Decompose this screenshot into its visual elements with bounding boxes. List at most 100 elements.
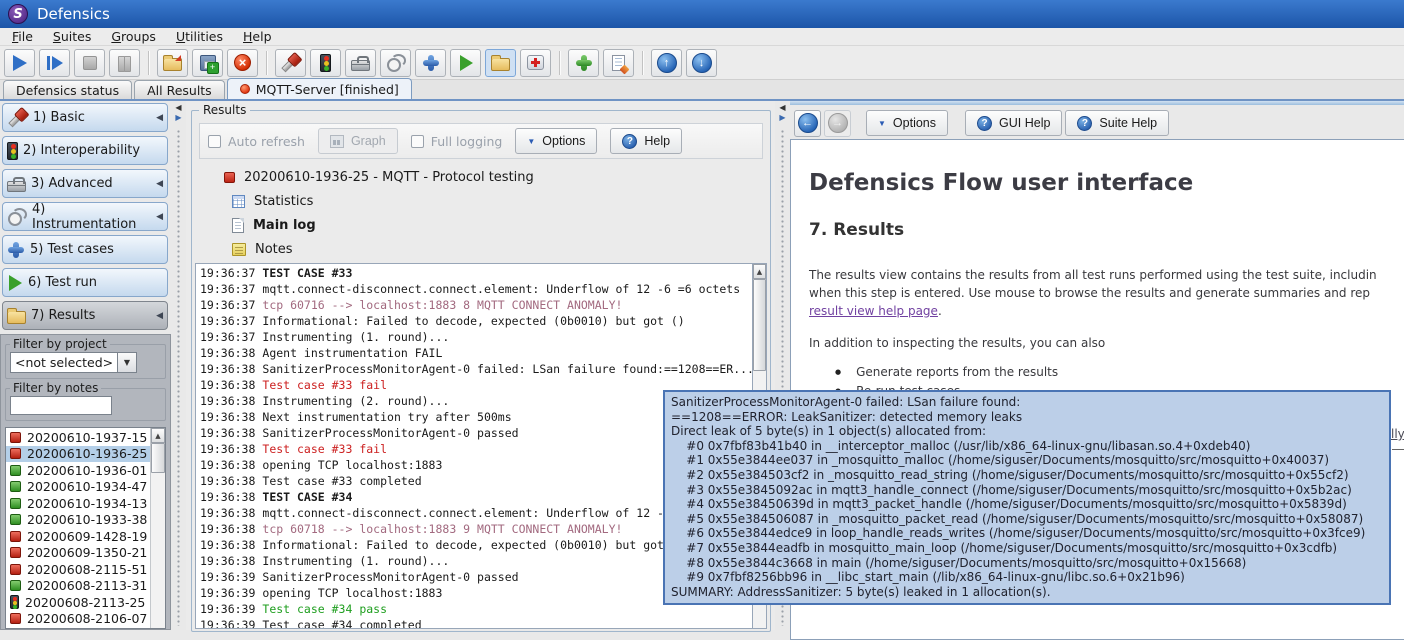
abort-button[interactable]	[227, 49, 258, 77]
scroll-up-icon[interactable]: ▲	[753, 264, 766, 279]
log-timestamp: 19:36:38	[200, 346, 255, 360]
graph-button[interactable]: Graph	[318, 128, 398, 154]
run-item[interactable]: 20200610-1936-25	[6, 446, 150, 463]
gui-help-button[interactable]: ? GUI Help	[965, 110, 1062, 136]
auto-refresh-checkbox[interactable]	[208, 135, 221, 148]
dropdown-arrow-icon[interactable]: ▼	[118, 352, 137, 373]
run-item[interactable]: 20200610-1934-47	[6, 479, 150, 496]
sidebar-step-results[interactable]: 7) Results ◀	[2, 301, 168, 330]
sidebar-step-test-run[interactable]: 6) Test run	[2, 268, 168, 297]
splitter-collapse-icons[interactable]: ◀▶	[775, 103, 790, 123]
clipped-link-fragment[interactable]: lly	[1391, 427, 1404, 441]
tab-all-results[interactable]: All Results	[134, 80, 225, 99]
menu-item[interactable]: Help	[233, 29, 282, 44]
menu-item[interactable]: File	[2, 29, 43, 44]
log-timestamp: 19:36:38	[200, 362, 255, 376]
remediation-button[interactable]	[520, 49, 551, 77]
tab-mqtt-server[interactable]: MQTT-Server [finished]	[227, 78, 412, 99]
sidebar-step-basic[interactable]: 1) Basic ◀	[2, 103, 168, 132]
run-item[interactable]: 20200608-2113-25	[6, 594, 150, 611]
tree-item-notes[interactable]: Notes	[204, 237, 748, 261]
step-forward-button[interactable]	[39, 49, 70, 77]
scrollbar-thumb[interactable]	[151, 443, 165, 473]
run-item[interactable]: 20200610-1933-38	[6, 512, 150, 529]
run-list-scrollbar[interactable]: ▲	[150, 428, 165, 628]
log-timestamp: 19:36:38	[200, 554, 255, 568]
sidebar-step-instrumentation[interactable]: 4) Instrumentation ◀	[2, 202, 168, 231]
interoperability-button[interactable]	[310, 49, 341, 77]
test-run-button[interactable]	[450, 49, 481, 77]
tree-item-run[interactable]: 20200610-1936-25 - MQTT - Protocol testi…	[204, 165, 748, 189]
run-status-icon	[10, 531, 21, 542]
forward-button[interactable]	[824, 110, 851, 137]
dropdown-arrow-icon: ▼	[527, 137, 535, 146]
stop-button[interactable]	[74, 49, 105, 77]
basic-config-button[interactable]	[275, 49, 306, 77]
test-cases-button[interactable]	[415, 49, 446, 77]
sidebar-splitter[interactable]: ◀▶	[171, 101, 186, 630]
menu-item[interactable]: Suites	[43, 29, 101, 44]
document-icon	[232, 218, 244, 233]
toolbar-separator	[262, 49, 271, 77]
puzzle-blue-icon	[7, 241, 25, 259]
sidebar-step-interoperability[interactable]: 2) Interoperability	[2, 136, 168, 165]
project-filter-dropdown[interactable]: <not selected> ▼	[10, 352, 137, 373]
tooltip-line: #8 0x55e3844c3668 in main (/home/siguser…	[671, 556, 1383, 571]
suite-help-button[interactable]: ? Suite Help	[1065, 110, 1169, 136]
notes-filter-input[interactable]	[10, 396, 112, 415]
result-view-help-link[interactable]: result view help page	[809, 304, 938, 318]
filter-by-notes-legend: Filter by notes	[10, 381, 101, 395]
run-item[interactable]: 20200609-1428-19	[6, 528, 150, 545]
pause-button[interactable]	[109, 49, 140, 77]
options-button[interactable]: ▼ Options	[515, 128, 597, 154]
run-item[interactable]: 20200608-2113-31	[6, 578, 150, 595]
run-item[interactable]: 20200608-2106-07	[6, 611, 150, 628]
run-id: 20200610-1936-25	[27, 446, 147, 461]
toolbar-separator	[555, 49, 564, 77]
back-button[interactable]	[794, 110, 821, 137]
log-message: SanitizerProcessMonitorAgent-0 passed	[262, 426, 518, 440]
advanced-config-button[interactable]	[345, 49, 376, 77]
tab-defensics-status[interactable]: Defensics status	[3, 80, 132, 99]
tab-label: Defensics status	[16, 83, 119, 98]
splitter-collapse-icons[interactable]: ◀▶	[171, 103, 186, 123]
sidebar-step-test-cases[interactable]: 5) Test cases	[2, 235, 168, 264]
tooltip-line: Direct leak of 5 byte(s) in 1 object(s) …	[671, 424, 1383, 439]
previous-button[interactable]	[651, 49, 682, 77]
edit-notes-button[interactable]	[603, 49, 634, 77]
play-button[interactable]	[4, 49, 35, 77]
menu-item[interactable]: Groups	[101, 29, 166, 44]
log-timestamp: 19:36:39	[200, 602, 255, 616]
tree-item-main-log[interactable]: Main log	[204, 213, 748, 237]
run-item[interactable]: 20200610-1934-13	[6, 495, 150, 512]
load-results-button[interactable]	[157, 49, 188, 77]
run-id: 20200610-1933-38	[27, 512, 147, 527]
run-item[interactable]: 20200609-1350-21	[6, 545, 150, 562]
run-item[interactable]: 20200608-2115-51	[6, 561, 150, 578]
log-timestamp: 19:36:38	[200, 538, 255, 552]
full-logging-label: Full logging	[431, 134, 503, 149]
scrollbar-thumb[interactable]	[753, 279, 766, 371]
tree-item-statistics[interactable]: Statistics	[204, 189, 748, 213]
back-arrow-icon	[798, 113, 818, 133]
help-button[interactable]: ? Help	[610, 128, 682, 154]
tooltip-line: #3 0x55e3845092ac in mqtt3_handle_connec…	[671, 483, 1383, 498]
external-suite-button[interactable]	[568, 49, 599, 77]
run-status-icon	[10, 465, 21, 476]
save-button[interactable]	[192, 49, 223, 77]
traffic-light-icon	[320, 54, 331, 72]
results-button[interactable]	[485, 49, 516, 77]
instrumentation-button[interactable]	[380, 49, 411, 77]
menu-item[interactable]: Utilities	[166, 29, 233, 44]
log-message: Agent instrumentation FAIL	[262, 346, 442, 360]
folder-icon	[491, 58, 510, 71]
help-toolbar: ▼ Options ? GUI Help ? Suite Help	[794, 108, 1169, 138]
full-logging-checkbox[interactable]	[411, 135, 424, 148]
scroll-up-icon[interactable]: ▲	[151, 428, 165, 443]
next-button[interactable]	[686, 49, 717, 77]
sidebar-step-advanced[interactable]: 3) Advanced ◀	[2, 169, 168, 198]
run-item[interactable]: 20200610-1936-01	[6, 462, 150, 479]
run-item[interactable]: 20200610-1937-15	[6, 429, 150, 446]
screwdriver-icon	[3, 103, 33, 133]
help-options-button[interactable]: ▼ Options	[866, 110, 948, 136]
